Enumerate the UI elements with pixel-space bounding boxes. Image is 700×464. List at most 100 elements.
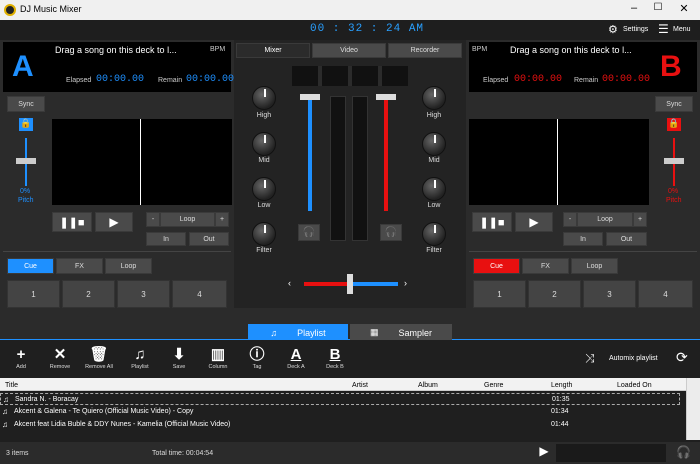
- headphones-icon-a[interactable]: 🎧: [298, 224, 320, 241]
- deck-a-waveform[interactable]: [52, 119, 232, 205]
- deck-b-sync-button[interactable]: Sync: [655, 96, 693, 112]
- filter-knob-b[interactable]: [422, 222, 446, 246]
- deck-b-in-button[interactable]: In: [563, 232, 603, 246]
- headphones-icon-b[interactable]: 🎧: [380, 224, 402, 241]
- table-row[interactable]: ♫ Akcent feat Lidia Buble & DDY Nunes - …: [0, 419, 680, 431]
- deck-b-play-button[interactable]: ▶: [515, 212, 553, 232]
- scrollbar[interactable]: [686, 378, 700, 440]
- shuffle-icon[interactable]: ⤨: [585, 351, 595, 366]
- volume-fader-a[interactable]: [300, 94, 320, 100]
- high-knob-a[interactable]: [252, 86, 276, 110]
- playlist-button[interactable]: ♫ Playlist: [123, 346, 157, 370]
- deck-b-pad-2[interactable]: 2: [528, 280, 581, 308]
- col-artist[interactable]: Artist: [352, 380, 368, 391]
- tag-label: Tag: [252, 364, 262, 370]
- deck-b-pad-4[interactable]: 4: [638, 280, 693, 308]
- deck-a-in-button[interactable]: In: [146, 232, 186, 246]
- deck-a-pad-3[interactable]: 3: [117, 280, 170, 308]
- col-loaded-on[interactable]: Loaded On: [617, 380, 652, 391]
- deck-a-pad-4[interactable]: 4: [172, 280, 227, 308]
- deck-a-pad-2[interactable]: 2: [62, 280, 115, 308]
- deck-b-load-button[interactable]: B Deck B: [318, 346, 352, 370]
- deck-a-loop-button[interactable]: Loop: [160, 212, 215, 227]
- deck-a-tab-fx[interactable]: FX: [56, 258, 103, 274]
- sampler-tab-icon: ▦: [369, 327, 379, 337]
- deck-b-pitch-slider[interactable]: [664, 158, 684, 164]
- crossfader-left-arrow[interactable]: ‹: [288, 278, 291, 288]
- table-row[interactable]: ♫ Sandra N. - Boracay 01:35: [0, 393, 680, 405]
- row-title: Sandra N. - Boracay: [15, 396, 79, 403]
- deck-b-tab-cue[interactable]: Cue: [473, 258, 520, 274]
- tab-sampler[interactable]: ▦ Sampler: [350, 324, 452, 341]
- deck-a-bpm: BPM: [210, 46, 226, 53]
- headphones-icon[interactable]: 🎧: [676, 445, 691, 459]
- gear-icon[interactable]: ⚙: [608, 23, 618, 36]
- table-row[interactable]: ♫ Akcent & Galena - Te Quiero (Official …: [0, 406, 680, 418]
- close-button[interactable]: ✕: [674, 2, 694, 15]
- deck-a-out-button[interactable]: Out: [189, 232, 229, 246]
- col-album[interactable]: Album: [418, 380, 438, 391]
- col-length[interactable]: Length: [551, 380, 572, 391]
- deck-b-pad-1[interactable]: 1: [473, 280, 526, 308]
- remove-all-button[interactable]: 🗑 Remove All: [82, 346, 116, 370]
- low-knob-a[interactable]: [252, 177, 276, 201]
- col-genre[interactable]: Genre: [484, 380, 503, 391]
- add-button[interactable]: + Add: [4, 346, 38, 370]
- repeat-icon[interactable]: ⟳: [676, 349, 688, 366]
- save-button[interactable]: ⬇ Save: [162, 346, 196, 370]
- filter-knob-a[interactable]: [252, 222, 276, 246]
- mid-knob-a[interactable]: [252, 132, 276, 156]
- deck-b-out-button[interactable]: Out: [606, 232, 647, 246]
- tag-button[interactable]: ⓘ Tag: [240, 346, 274, 370]
- row-title: Akcent feat Lidia Buble & DDY Nunes - Ka…: [14, 421, 231, 428]
- table-header: [0, 378, 686, 391]
- deck-b-pad-3[interactable]: 3: [583, 280, 636, 308]
- deck-a-play-pause-button[interactable]: ❚❚■: [52, 212, 92, 232]
- tab-video[interactable]: Video: [312, 43, 386, 58]
- deck-a-lock-icon[interactable]: 🔒: [19, 118, 33, 131]
- deck-b-load-label: Deck B: [326, 364, 344, 370]
- high-label-a: High: [256, 112, 272, 119]
- deck-b-remain-label: Remain: [574, 77, 599, 84]
- playlist-label: Playlist: [131, 364, 149, 370]
- tab-playlist[interactable]: ♫ Playlist: [248, 324, 348, 341]
- col-title[interactable]: Title: [5, 380, 18, 391]
- deck-a-pitch-slider[interactable]: [16, 158, 36, 164]
- deck-a-tab-cue[interactable]: Cue: [7, 258, 54, 274]
- tab-recorder[interactable]: Recorder: [388, 43, 462, 58]
- deck-a-play-button[interactable]: ▶: [95, 212, 133, 232]
- clock: 00 : 32 : 24 AM: [310, 23, 425, 35]
- volume-fader-b[interactable]: [376, 94, 396, 100]
- deck-b-loop-button[interactable]: Loop: [577, 212, 633, 227]
- deck-b-waveform[interactable]: [469, 119, 649, 205]
- preview-play-button[interactable]: ▶: [534, 444, 554, 462]
- deck-b-tab-loop[interactable]: Loop: [571, 258, 618, 274]
- maximize-button[interactable]: ☐: [648, 2, 668, 13]
- minimize-button[interactable]: –: [624, 2, 644, 14]
- hamburger-icon[interactable]: ☰: [658, 22, 669, 36]
- mid-knob-b[interactable]: [422, 132, 446, 156]
- remove-button[interactable]: ✕ Remove: [43, 346, 77, 370]
- settings-link[interactable]: Settings: [623, 26, 648, 33]
- deck-a-loop-minus-button[interactable]: -: [146, 212, 160, 227]
- deck-b-loop-plus-button[interactable]: +: [633, 212, 647, 227]
- preview-progress[interactable]: [556, 444, 666, 462]
- high-knob-b[interactable]: [422, 86, 446, 110]
- low-knob-b[interactable]: [422, 177, 446, 201]
- column-button[interactable]: ▥ Column: [201, 346, 235, 370]
- deck-b-play-pause-button[interactable]: ❚❚■: [472, 212, 512, 232]
- deck-a-tab-loop[interactable]: Loop: [105, 258, 152, 274]
- deck-a-playhead: [140, 119, 141, 205]
- deck-b-tab-fx[interactable]: FX: [522, 258, 569, 274]
- crossfader-right-arrow[interactable]: ›: [404, 278, 407, 288]
- deck-a-pad-1[interactable]: 1: [7, 280, 60, 308]
- crossfader-knob[interactable]: [347, 274, 353, 294]
- automix-label[interactable]: Automix playlist: [609, 355, 658, 362]
- menu-link[interactable]: Menu: [673, 26, 691, 33]
- deck-b-loop-minus-button[interactable]: -: [563, 212, 577, 227]
- deck-b-lock-icon[interactable]: 🔒: [667, 118, 681, 131]
- deck-a-load-button[interactable]: A Deck A: [279, 346, 313, 370]
- tab-mixer[interactable]: Mixer: [236, 43, 310, 58]
- deck-a-sync-button[interactable]: Sync: [7, 96, 45, 112]
- deck-a-loop-plus-button[interactable]: +: [215, 212, 229, 227]
